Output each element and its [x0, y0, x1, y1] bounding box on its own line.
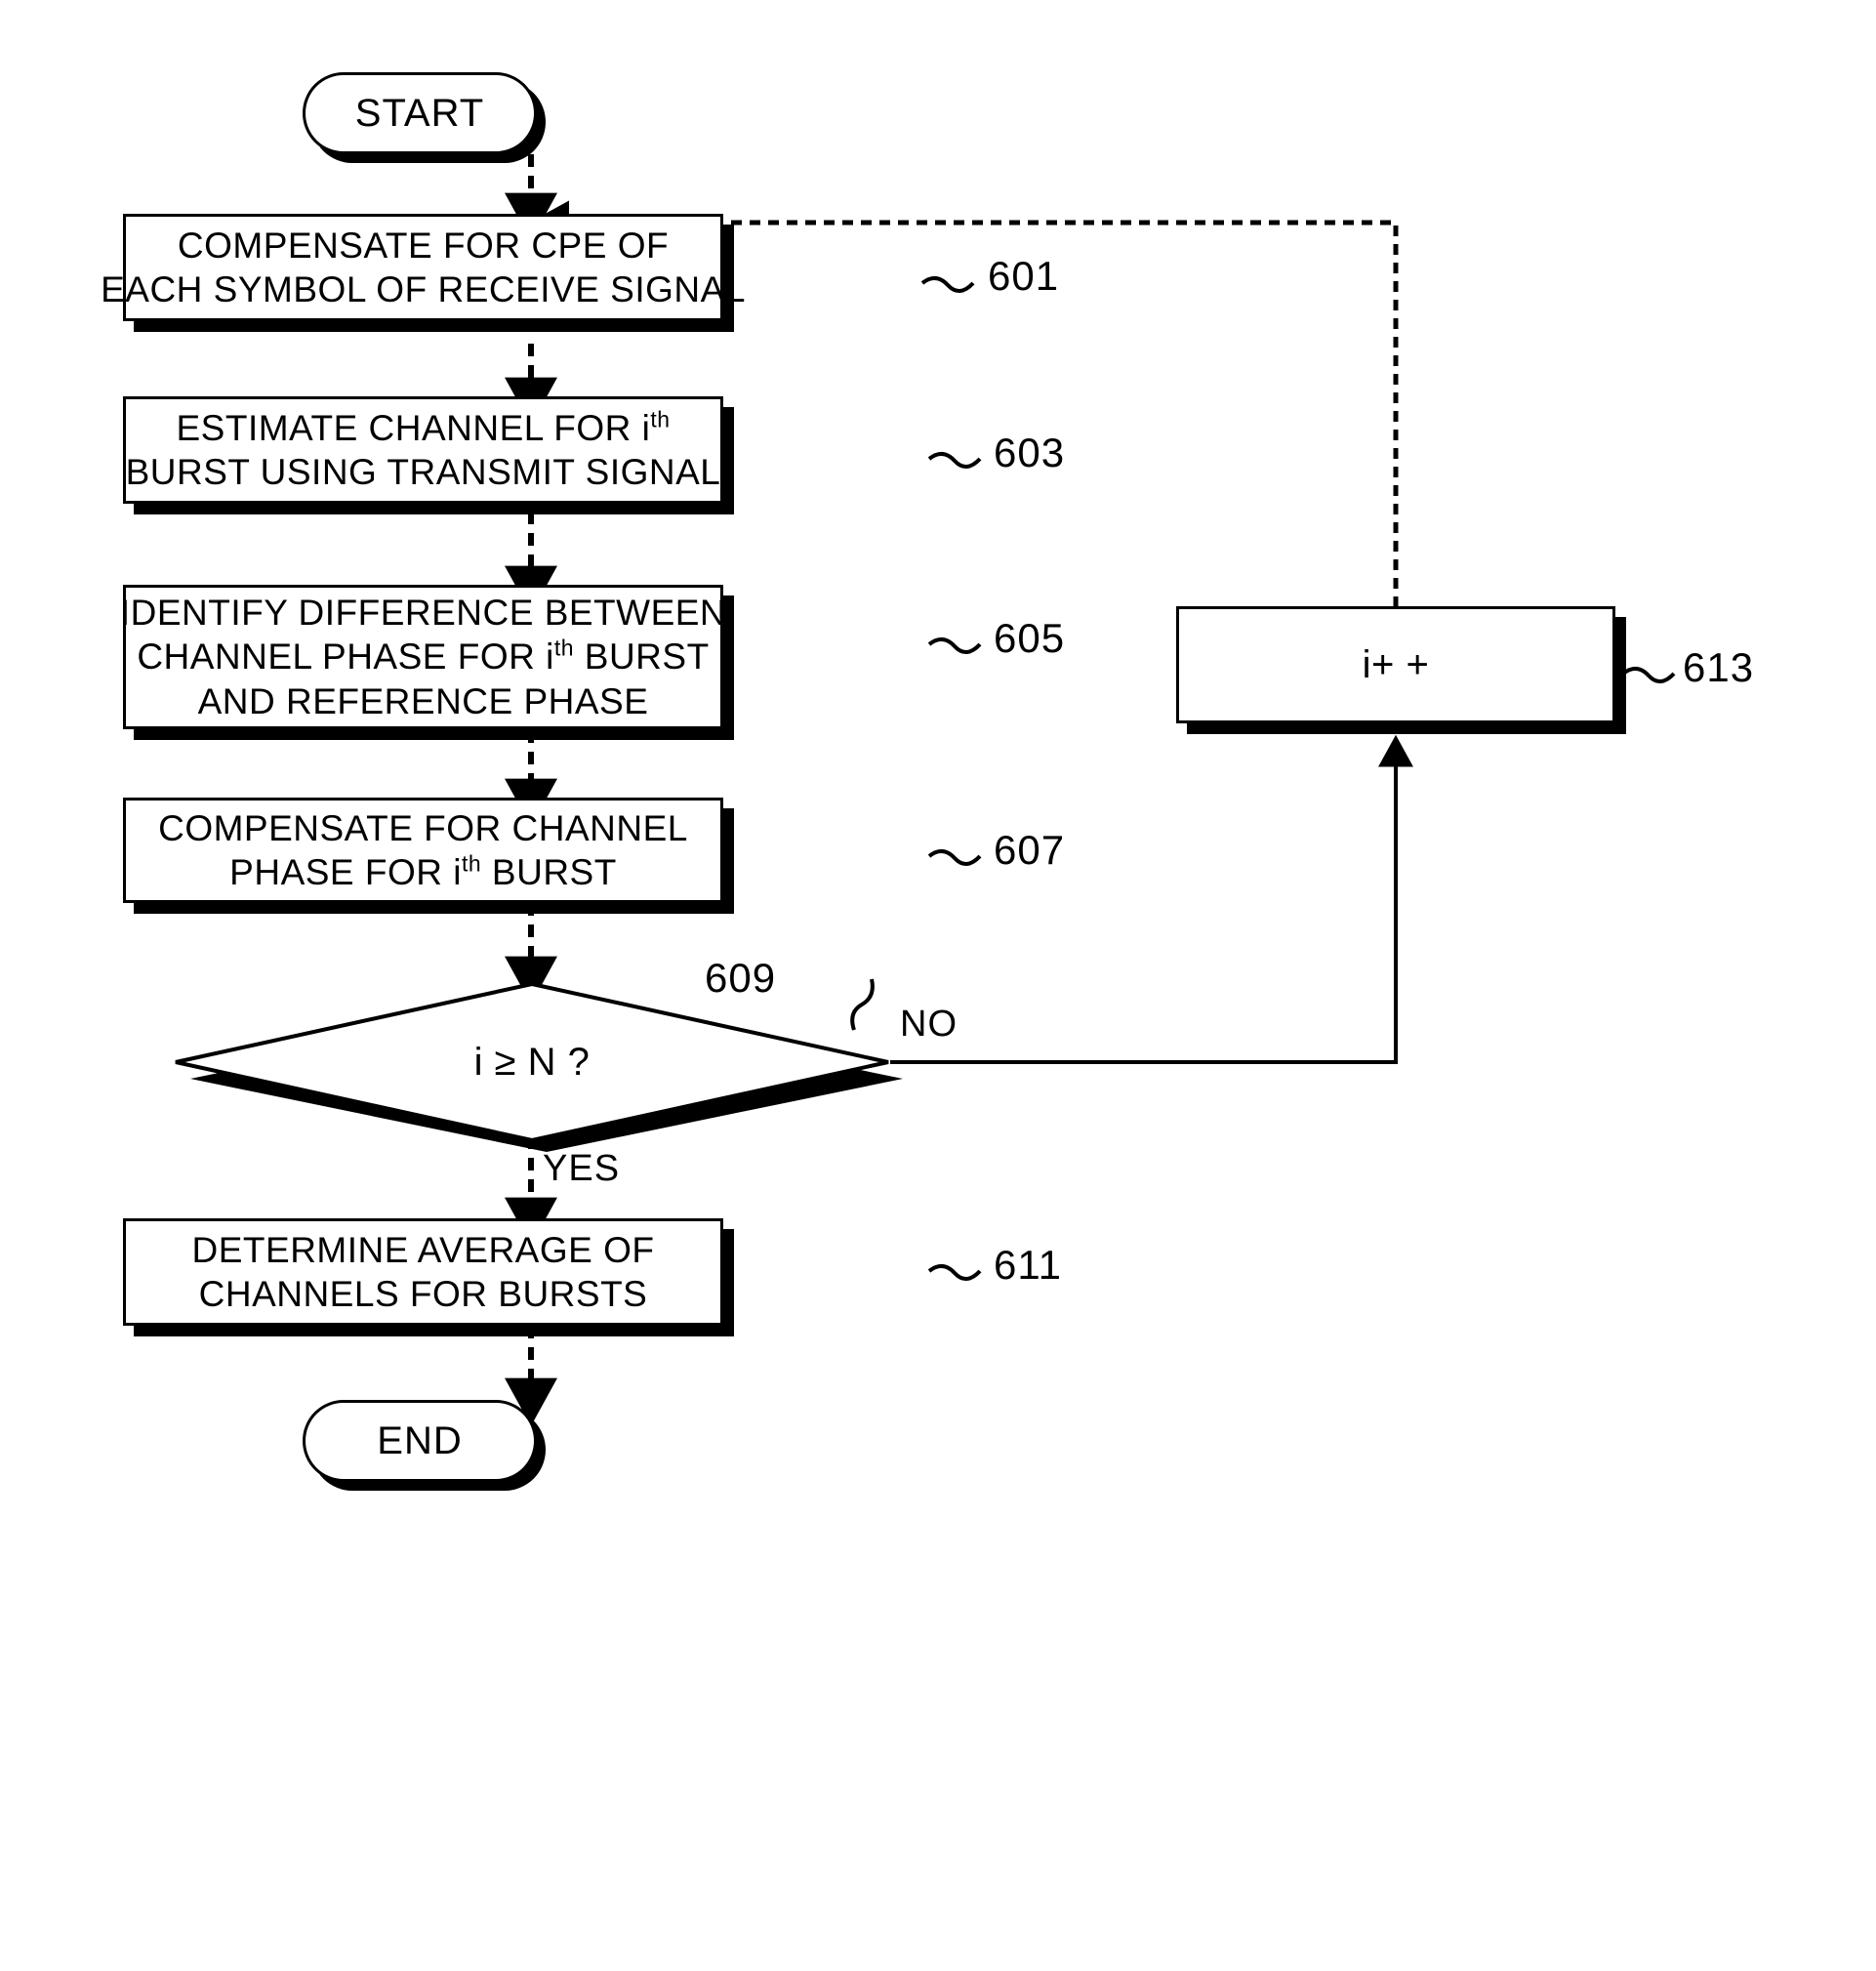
leader-603 [927, 452, 982, 469]
process-box-611 [123, 1218, 723, 1326]
process-box-607 [123, 798, 723, 903]
ref-number-605: 605 [994, 615, 1066, 661]
end-label: END [377, 1418, 463, 1462]
decision-diamond-609 [156, 976, 927, 1171]
ref-number-601: 601 [988, 253, 1060, 299]
connector-609-no-to-613 [890, 734, 1413, 1064]
decision-body [175, 981, 889, 1143]
decision-609-yes-label: YES [543, 1148, 621, 1189]
ref-number-607: 607 [994, 827, 1066, 873]
ref-number-613: 613 [1683, 644, 1755, 690]
leader-607 [927, 849, 982, 866]
process-box-605 [123, 585, 723, 729]
process-box-601 [123, 214, 723, 321]
ref-number-603: 603 [994, 430, 1066, 475]
leader-601 [920, 276, 975, 293]
process-box-613 [1176, 606, 1615, 723]
leader-611 [927, 1264, 982, 1281]
process-box-603 [123, 396, 723, 504]
ref-number-609: 609 [705, 955, 777, 1001]
leader-605 [927, 637, 982, 654]
ref-number-611: 611 [994, 1242, 1062, 1288]
decision-609-no-label: NO [900, 1004, 958, 1045]
leader-613 [1621, 667, 1676, 683]
flowchart-canvas: START COMPENSATE FOR CPE OF EACH SYMBOL … [0, 0, 1876, 1971]
start-label: START [354, 91, 485, 135]
